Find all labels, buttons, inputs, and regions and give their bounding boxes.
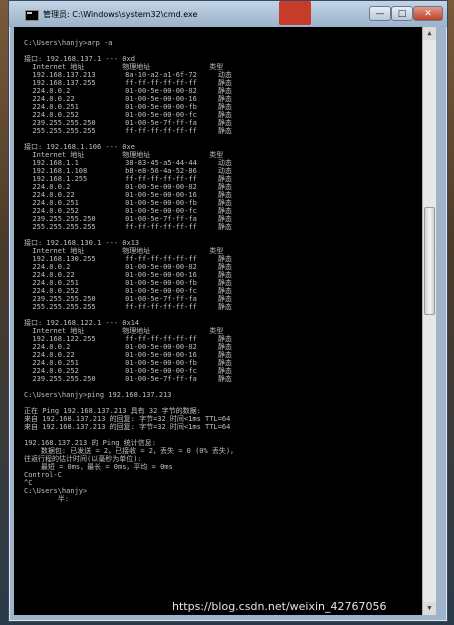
console-line: 239.255.255.250 01-00-5e-7f-ff-fa 静态	[24, 215, 232, 223]
console-line: C:\Users\hanjy>arp -a	[24, 39, 113, 47]
console-line: 192.168.1.1 38-83-45-a5-44-44 动态	[24, 159, 232, 167]
console-line: 接口: 192.168.1.106 --- 0xe	[24, 143, 135, 151]
console-line: 239.255.255.250 01-00-5e-7f-ff-fa 静态	[24, 119, 232, 127]
console-line: 接口: 192.168.122.1 --- 0x14	[24, 319, 140, 327]
console-line: 255.255.255.255 ff-ff-ff-ff-ff-ff 静态	[24, 127, 232, 135]
console-line: C:\Users\hanjy>	[24, 487, 88, 495]
console-line: 192.168.1.108 b8-e8-56-4a-52-86 动态	[24, 167, 232, 175]
console-line: 最短 = 0ms，最长 = 0ms，平均 = 0ms	[24, 463, 173, 471]
console-line: 224.0.0.22 01-00-5e-00-00-16 静态	[24, 95, 232, 103]
title-bar[interactable]: 管理员: C:\Windows\system32\cmd.exe — □ ✕	[9, 1, 447, 27]
console-line: 224.0.0.252 01-00-5e-00-00-fc 静态	[24, 287, 232, 295]
scroll-thumb[interactable]	[424, 207, 435, 315]
console-line: Control-C	[24, 471, 62, 479]
console-line: 224.0.0.22 01-00-5e-00-00-16 静态	[24, 191, 232, 199]
console-line: 接口: 192.168.137.1 --- 0xd	[24, 55, 135, 63]
desktop-decoration	[279, 1, 311, 25]
console-line: 224.0.0.251 01-00-5e-00-00-fb 静态	[24, 199, 232, 207]
console-line: Internet 地址 物理地址 类型	[24, 247, 224, 255]
console-line: 239.255.255.250 01-00-5e-7f-ff-fa 静态	[24, 375, 232, 383]
close-button[interactable]: ✕	[413, 6, 443, 21]
cmd-icon	[25, 10, 39, 21]
console-line: 224.0.0.251 01-00-5e-00-00-fb 静态	[24, 279, 232, 287]
console-line: 255.255.255.255 ff-ff-ff-ff-ff-ff 静态	[24, 223, 232, 231]
console-line: 接口: 192.168.130.1 --- 0x13	[24, 239, 140, 247]
console-line: Internet 地址 物理地址 类型	[24, 327, 224, 335]
console-line: 正在 Ping 192.168.137.213 具有 32 字节的数据:	[24, 407, 201, 415]
console-text: C:\Users\hanjy>arp -a 接口: 192.168.137.1 …	[14, 27, 422, 503]
scroll-up-icon[interactable]: ▲	[423, 27, 436, 40]
console-line: 半:	[24, 495, 69, 503]
console-line: 224.0.0.22 01-00-5e-00-00-16 静态	[24, 271, 232, 279]
watermark: https://blog.csdn.net/weixin_42767056	[172, 600, 387, 613]
scroll-down-icon[interactable]: ▼	[423, 602, 436, 615]
console-line: 224.0.0.252 01-00-5e-00-00-fc 静态	[24, 367, 232, 375]
console-line: ^C	[24, 479, 33, 487]
console-line: Internet 地址 物理地址 类型	[24, 151, 224, 159]
console-line: 224.0.0.2 01-00-5e-00-00-02 静态	[24, 87, 232, 95]
console-line: 192.168.130.255 ff-ff-ff-ff-ff-ff 静态	[24, 255, 232, 263]
console-line: 192.168.137.255 ff-ff-ff-ff-ff-ff 静态	[24, 79, 232, 87]
console-line: Internet 地址 物理地址 类型	[24, 63, 224, 71]
console-line: 224.0.0.252 01-00-5e-00-00-fc 静态	[24, 207, 232, 215]
window-title: 管理员: C:\Windows\system32\cmd.exe	[43, 10, 198, 19]
console-line: 往返行程的估计时间(以毫秒为单位):	[24, 455, 142, 463]
console-line: 224.0.0.251 01-00-5e-00-00-fb 静态	[24, 103, 232, 111]
console-line: 255.255.255.255 ff-ff-ff-ff-ff-ff 静态	[24, 303, 232, 311]
console-line: 数据包: 已发送 = 2，已接收 = 2，丢失 = 0 (0% 丢失)，	[24, 447, 238, 455]
console-line: 来自 192.168.137.213 的回复: 字节=32 时间<1ms TTL…	[24, 415, 231, 423]
console-line: 224.0.0.22 01-00-5e-00-00-16 静态	[24, 351, 232, 359]
console-line: 224.0.0.2 01-00-5e-00-00-02 静态	[24, 183, 232, 191]
console-line: 224.0.0.2 01-00-5e-00-00-02 静态	[24, 263, 232, 271]
console-line: C:\Users\hanjy>ping 192.168.137.213	[24, 391, 172, 399]
console-line: 192.168.137.213 8a-10-a2-a1-6f-72 动态	[24, 71, 232, 79]
console-line: 192.168.137.213 的 Ping 统计信息:	[24, 439, 156, 447]
console-line: 224.0.0.2 01-00-5e-00-00-02 静态	[24, 343, 232, 351]
console-line: 239.255.255.250 01-00-5e-7f-ff-fa 静态	[24, 295, 232, 303]
console-line: 192.168.1.255 ff-ff-ff-ff-ff-ff 静态	[24, 175, 232, 183]
console-output[interactable]: C:\Users\hanjy>arp -a 接口: 192.168.137.1 …	[14, 27, 422, 615]
vertical-scrollbar[interactable]: ▲ ▼	[422, 27, 436, 615]
console-line: 来自 192.168.137.213 的回复: 字节=32 时间<1ms TTL…	[24, 423, 231, 431]
minimize-button[interactable]: —	[369, 6, 391, 21]
console-line: 192.168.122.255 ff-ff-ff-ff-ff-ff 静态	[24, 335, 232, 343]
maximize-button[interactable]: □	[391, 6, 413, 21]
console-line: 224.0.0.251 01-00-5e-00-00-fb 静态	[24, 359, 232, 367]
console-line: 224.0.0.252 01-00-5e-00-00-fc 静态	[24, 111, 232, 119]
